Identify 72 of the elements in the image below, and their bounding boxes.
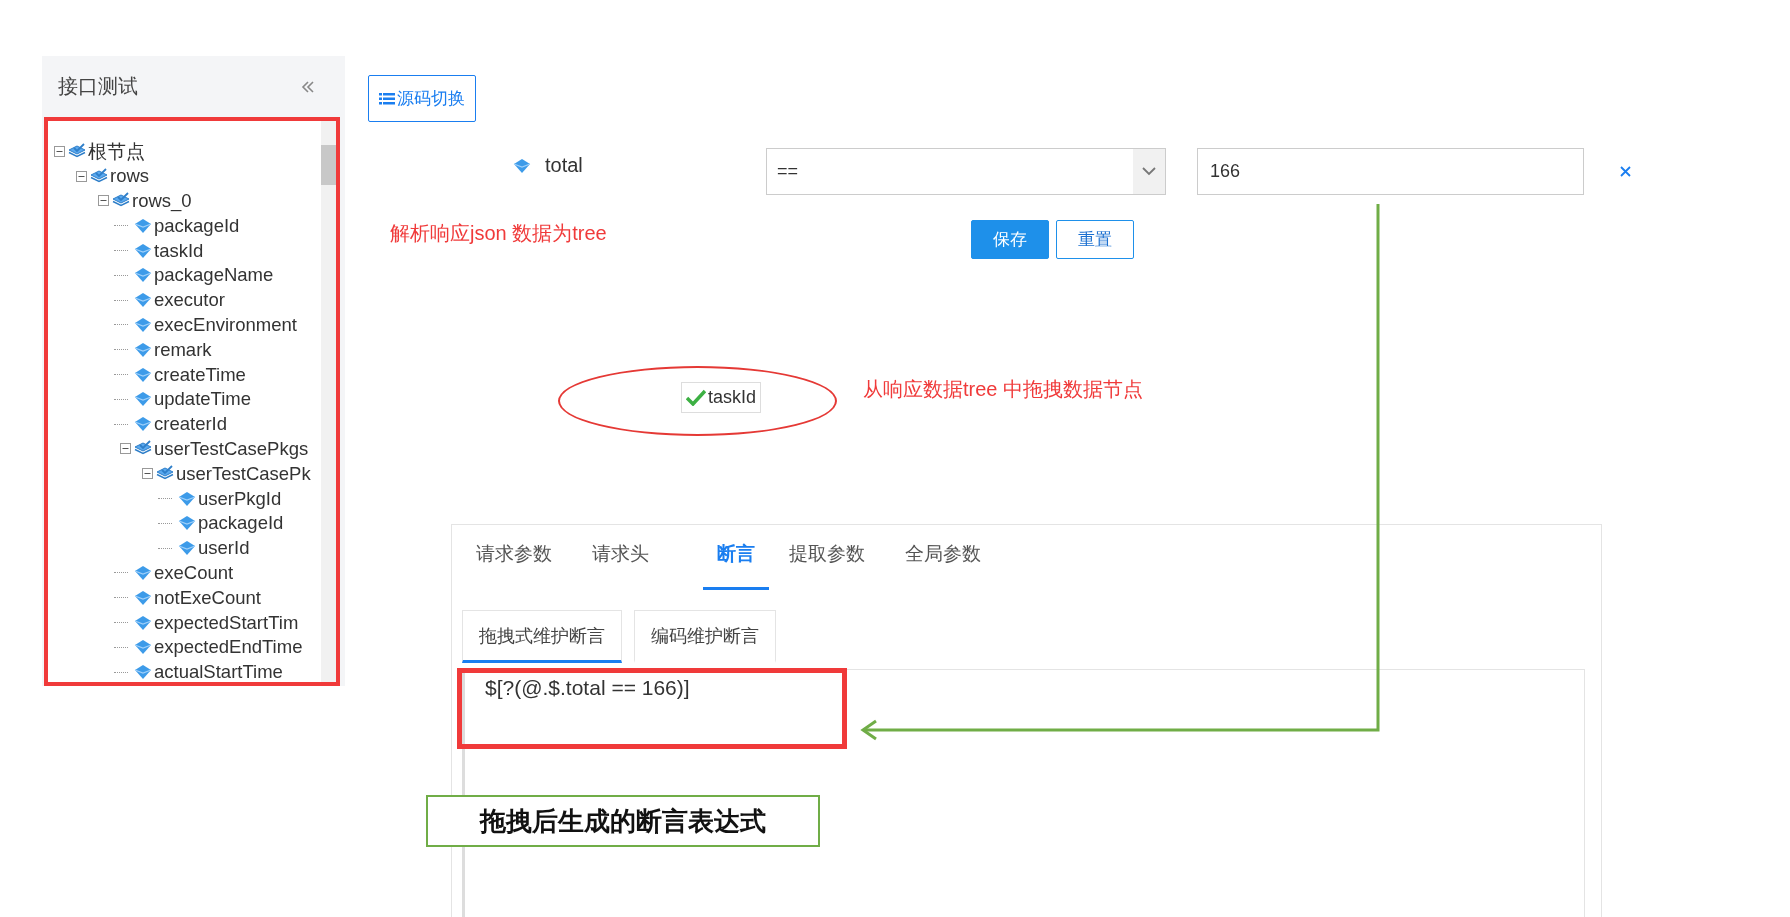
tree-node-label[interactable]: actualStartTime [154,661,283,682]
folder-icon [68,142,86,160]
tree-node-label[interactable]: 根节点 [88,138,145,164]
checkmark-icon [686,388,706,406]
diamond-icon [134,564,152,581]
diamond-icon [178,515,196,532]
reset-button[interactable]: 重置 [1056,220,1134,259]
diamond-icon [134,614,152,631]
scrollbar-thumb[interactable] [321,145,336,185]
diamond-icon [513,157,531,174]
diamond-icon [134,366,152,383]
diamond-icon [178,540,196,557]
expander-icon[interactable] [142,468,153,480]
tree-node-label[interactable]: userId [198,537,250,560]
tree-node-label[interactable]: createrId [154,413,227,436]
diamond-icon [134,341,152,358]
diamond-icon [134,589,152,606]
folder-icon [90,167,108,185]
diamond-icon [134,267,152,284]
tree-node-label[interactable]: createTime [154,363,246,386]
tree-node-label[interactable]: expectedEndTime [154,636,303,659]
tree-node-label[interactable]: taskId [154,239,204,262]
sub-tab[interactable]: 拖拽式维护断言 [462,610,622,663]
tree-node-label[interactable]: rows [110,165,150,188]
expander-icon[interactable] [54,145,65,157]
expander-icon[interactable] [120,443,131,455]
close-icon[interactable] [1620,166,1631,177]
value-input[interactable]: 166 [1197,148,1584,195]
tree-node-label[interactable]: updateTime [154,388,251,411]
diamond-icon [134,316,152,333]
tree-node-label[interactable]: execEnvironment [154,313,297,336]
tree-node-label[interactable]: userTestCasePk [176,462,311,485]
sidebar-title: 接口测试 [58,74,138,99]
sub-tab[interactable]: 编码维护断言 [634,610,776,663]
diamond-icon [134,664,152,681]
tree-node-label[interactable]: packageId [154,214,240,237]
field-name: total [545,154,583,177]
source-toggle-button[interactable]: 源码切换 [368,75,476,122]
diamond-icon [134,391,152,408]
expander-icon[interactable] [98,195,109,207]
diamond-icon [134,242,152,259]
tree-node-label[interactable]: exeCount [154,561,234,584]
collapse-icon[interactable] [301,79,315,94]
operator-select[interactable]: == [766,148,1166,195]
scrollbar[interactable] [321,121,336,682]
tree-node-label[interactable]: userTestCasePkgs [154,437,309,460]
chevron-down-icon [1142,167,1156,176]
tree-node-label[interactable]: executor [154,289,225,312]
tree-node-label[interactable]: userPkgId [198,487,282,510]
tab[interactable]: 请求参数 [476,541,552,590]
tree-node-label[interactable]: packageName [154,264,274,287]
list-icon [379,91,395,106]
tab[interactable]: 全局参数 [905,541,981,590]
tab[interactable]: 请求头 [592,541,649,590]
diamond-icon [134,416,152,433]
diamond-icon [178,490,196,507]
tree-node-label[interactable]: packageId [198,512,284,535]
dragged-node[interactable]: taskId [681,381,762,413]
code-line: $[?(@.$.total == 166)] [485,676,690,699]
expander-icon[interactable] [76,170,87,182]
diamond-icon [134,217,152,234]
annotation-overlay: 拖拽后生成的断言表达式 [426,795,820,847]
tree-node-label[interactable]: remark [154,338,212,361]
tree-node-label[interactable]: rows_0 [132,190,192,212]
tab[interactable]: 提取参数 [789,541,865,590]
tab[interactable]: 断言 [703,541,769,590]
annotation-text: 解析响应json 数据为tree [390,221,608,246]
annotation-text: 从响应数据tree 中拖拽数据节点 [863,376,1144,402]
tree-node-label[interactable]: notExeCount [154,586,261,609]
diamond-icon [134,292,152,309]
diamond-icon [134,639,152,656]
tree-node-label[interactable]: expectedStartTim [154,611,299,634]
